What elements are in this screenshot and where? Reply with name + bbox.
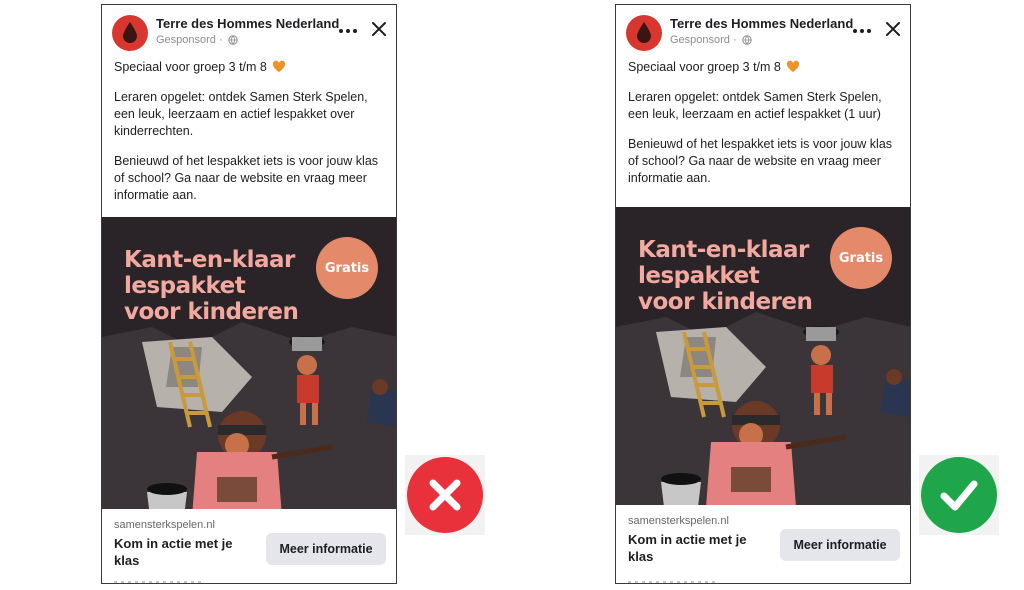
- post-body: Speciaal voor groep 3 t/m 8 Leraren opge…: [616, 59, 910, 187]
- close-icon[interactable]: [369, 19, 389, 39]
- link-domain[interactable]: samensterkspelen.nl: [114, 519, 215, 531]
- post-header: Terre des Hommes Nederland Gesponsord ·: [616, 5, 910, 59]
- post-paragraph-1: Leraren opgelet: ontdek Samen Sterk Spel…: [114, 90, 368, 138]
- mine-illustration: [616, 312, 910, 505]
- post-intro: Speciaal voor groep 3 t/m 8: [114, 59, 384, 76]
- sponsored-label: Gesponsord ·: [156, 34, 238, 46]
- ad-card-right: Terre des Hommes Nederland Gesponsord · …: [615, 4, 911, 584]
- post-intro-text: Speciaal voor groep 3 t/m 8: [628, 60, 781, 74]
- page-name[interactable]: Terre des Hommes Nederland: [156, 16, 339, 31]
- ad-headline-line-1: Kant-en-klaar: [638, 237, 809, 263]
- post-header: Terre des Hommes Nederland Gesponsord ·: [102, 5, 396, 59]
- orange-heart-icon: [273, 60, 286, 72]
- ad-card-left: Terre des Hommes Nederland Gesponsord · …: [101, 4, 397, 584]
- mine-illustration: [102, 322, 396, 509]
- page-avatar[interactable]: [626, 15, 662, 51]
- post-body: Speciaal voor groep 3 t/m 8 Leraren opge…: [102, 59, 396, 204]
- sponsored-text: Gesponsord ·: [670, 34, 737, 46]
- sponsored-label: Gesponsord ·: [670, 34, 752, 46]
- post-intro-text: Speciaal voor groep 3 t/m 8: [114, 60, 267, 74]
- globe-icon: [742, 35, 752, 45]
- ad-headline: Kant-en-klaar lespakket voor kinderen: [638, 237, 813, 315]
- ad-image[interactable]: Kant-en-klaar lespakket voor kinderen Gr…: [102, 217, 396, 509]
- cropped-text-line: [628, 581, 718, 583]
- gratis-badge: Gratis: [830, 227, 892, 289]
- droplet-logo-icon: [123, 22, 137, 43]
- verdict-correct: [919, 455, 999, 535]
- post-intro: Speciaal voor groep 3 t/m 8: [628, 59, 898, 76]
- more-info-button[interactable]: Meer informatie: [780, 529, 900, 561]
- post-paragraph-1: Leraren opgelet: ontdek Samen Sterk Spel…: [628, 90, 882, 121]
- link-title[interactable]: Kom in actie met je klas: [114, 535, 254, 569]
- wrong-x-icon: [407, 457, 483, 533]
- sponsored-text: Gesponsord ·: [156, 34, 223, 46]
- close-icon[interactable]: [883, 19, 903, 39]
- page-name[interactable]: Terre des Hommes Nederland: [670, 16, 853, 31]
- ad-headline-line-3: voor kinderen: [638, 289, 813, 315]
- ad-footer[interactable]: samensterkspelen.nl Kom in actie met je …: [616, 505, 910, 583]
- link-domain[interactable]: samensterkspelen.nl: [628, 515, 729, 527]
- gratis-badge: Gratis: [316, 237, 378, 299]
- orange-heart-icon: [787, 60, 800, 72]
- verdict-wrong: [405, 455, 485, 535]
- ad-headline: Kant-en-klaar lespakket voor kinderen: [124, 247, 299, 325]
- ad-headline-line-2: lespakket: [638, 263, 760, 289]
- link-title[interactable]: Kom in actie met je klas: [628, 531, 768, 565]
- ad-headline-line-2: lespakket: [124, 273, 246, 299]
- correct-check-icon: [921, 457, 997, 533]
- more-info-button[interactable]: Meer informatie: [266, 533, 386, 565]
- page-avatar[interactable]: [112, 15, 148, 51]
- ad-headline-line-1: Kant-en-klaar: [124, 247, 295, 273]
- ad-footer[interactable]: samensterkspelen.nl Kom in actie met je …: [102, 509, 396, 583]
- droplet-logo-icon: [637, 22, 651, 43]
- more-options-icon[interactable]: [850, 21, 874, 41]
- globe-icon: [228, 35, 238, 45]
- more-options-icon[interactable]: [336, 21, 360, 41]
- post-paragraph-2: Benieuwd of het lespakket iets is voor j…: [114, 154, 379, 202]
- ad-headline-line-3: voor kinderen: [124, 299, 299, 325]
- cropped-text-line: [114, 581, 204, 583]
- post-paragraph-2: Benieuwd of het lespakket iets is voor j…: [628, 137, 893, 185]
- ad-image[interactable]: Kant-en-klaar lespakket voor kinderen Gr…: [616, 207, 910, 505]
